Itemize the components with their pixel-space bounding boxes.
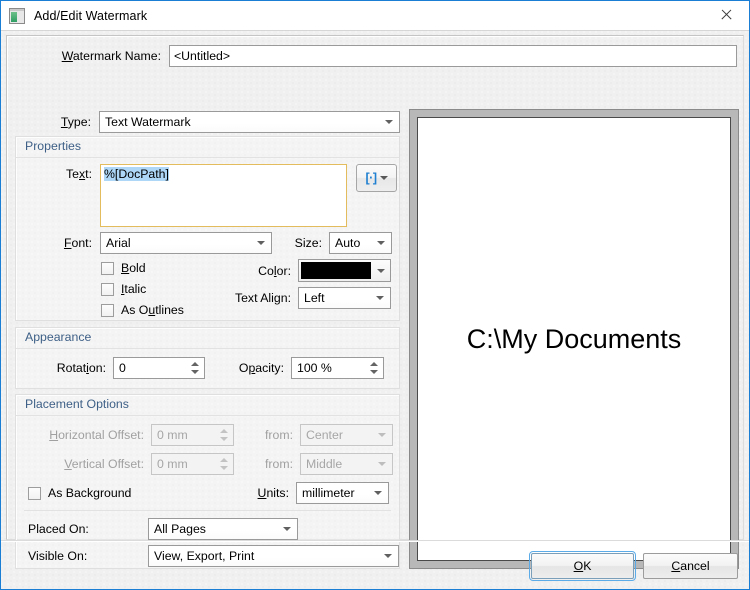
rotation-label: Rotation:: [16, 361, 113, 375]
text-row: Text: %[DocPath] [·]: [16, 164, 397, 227]
italic-label: Italic: [121, 282, 146, 296]
title-bar: Add/Edit Watermark: [1, 1, 749, 30]
font-style-checkbox-group: Bold Italic As Outlines: [101, 261, 184, 317]
chevron-down-icon: [374, 491, 382, 495]
group-divider: [16, 348, 399, 349]
macro-brackets-icon: [·]: [366, 171, 377, 185]
window-title: Add/Edit Watermark: [34, 9, 147, 23]
placed-on-combobox[interactable]: All Pages: [148, 518, 298, 540]
spinner-up-icon[interactable]: [220, 458, 228, 462]
text-align-label: Text Align:: [201, 291, 298, 305]
italic-checkbox-row[interactable]: Italic: [101, 282, 184, 296]
as-background-checkbox-row[interactable]: As Background: [28, 486, 131, 500]
spinner-down-icon[interactable]: [220, 437, 228, 441]
watermark-name-input[interactable]: <Untitled>: [169, 45, 737, 67]
vertical-from-label: from:: [234, 457, 300, 471]
units-label: Units:: [258, 486, 296, 500]
color-picker[interactable]: [298, 259, 391, 282]
bold-label: Bold: [121, 261, 146, 275]
spinner-down-icon[interactable]: [191, 370, 199, 374]
as-outlines-checkbox[interactable]: [101, 304, 114, 317]
chevron-down-icon: [385, 120, 393, 124]
as-outlines-checkbox-row[interactable]: As Outlines: [101, 303, 184, 317]
ok-button-label: OK: [574, 559, 592, 573]
insert-macro-button[interactable]: [·]: [356, 164, 397, 192]
font-label: Font:: [16, 236, 100, 250]
preview-page: C:\My Documents: [417, 117, 731, 561]
spinner-up-icon[interactable]: [370, 362, 378, 366]
horizontal-from-label: from:: [234, 428, 300, 442]
size-label: Size:: [272, 236, 329, 250]
italic-checkbox[interactable]: [101, 283, 114, 296]
watermark-preview-pane: C:\My Documents: [409, 109, 739, 569]
spinner-down-icon[interactable]: [220, 466, 228, 470]
cancel-button[interactable]: Cancel: [643, 553, 738, 579]
font-combobox[interactable]: Arial: [100, 232, 272, 254]
text-label: Text:: [16, 164, 100, 184]
placed-on-label: Placed On:: [16, 522, 148, 536]
horizontal-offset-spinner[interactable]: 0 mm: [151, 424, 234, 446]
rotation-spinner[interactable]: 0: [113, 357, 205, 379]
as-background-label: As Background: [48, 486, 131, 500]
spinner-up-icon[interactable]: [220, 429, 228, 433]
color-swatch: [301, 262, 371, 279]
chevron-down-icon: [378, 433, 386, 437]
cancel-button-label: Cancel: [671, 559, 709, 573]
placed-on-row: Placed On: All Pages: [16, 518, 298, 540]
rotation-opacity-row: Rotation: 0 Opacity: 100 %: [16, 357, 384, 379]
as-outlines-label: As Outlines: [121, 303, 184, 317]
size-combobox[interactable]: Auto: [329, 232, 392, 254]
text-align-combobox[interactable]: Left: [298, 287, 391, 309]
properties-group: Properties Text: %[DocPath] [·] Font: Ar…: [15, 136, 400, 321]
chevron-down-icon: [377, 241, 385, 245]
vertical-offset-spinner[interactable]: 0 mm: [151, 453, 234, 475]
chevron-down-icon: [378, 462, 386, 466]
add-edit-watermark-dialog: Add/Edit Watermark Watermark Name: <Unti…: [0, 0, 750, 590]
close-icon: [720, 9, 732, 21]
text-align-row: Text Align: Left: [201, 287, 391, 309]
chevron-down-icon: [377, 269, 385, 273]
properties-group-title: Properties: [25, 136, 81, 153]
opacity-label: Opacity:: [205, 361, 291, 375]
chevron-down-icon: [257, 241, 265, 245]
horizontal-from-combobox[interactable]: Center: [300, 424, 393, 446]
appearance-group-title: Appearance: [25, 327, 91, 344]
chevron-down-icon: [380, 176, 388, 180]
type-row: Type: Text Watermark: [15, 111, 400, 133]
background-units-row: As Background Units: millimeter: [16, 482, 401, 504]
chevron-down-icon: [376, 296, 384, 300]
horizontal-offset-row: Horizontal Offset: 0 mm from: Center: [16, 424, 393, 446]
vertical-offset-row: Vertical Offset: 0 mm from: Middle: [16, 453, 393, 475]
dialog-body: Watermark Name: <Untitled> Type: Text Wa…: [1, 30, 749, 589]
type-label: Type:: [15, 115, 99, 129]
type-combobox[interactable]: Text Watermark: [99, 111, 400, 133]
watermark-window-icon: [9, 8, 25, 24]
dialog-button-bar: OK Cancel: [1, 540, 749, 589]
font-row: Font: Arial Size: Auto: [16, 232, 392, 254]
units-combobox[interactable]: millimeter: [296, 482, 389, 504]
vertical-from-combobox[interactable]: Middle: [300, 453, 393, 475]
as-background-checkbox[interactable]: [28, 487, 41, 500]
placement-divider: [24, 510, 391, 511]
appearance-group: Appearance Rotation: 0 Opacity: 100 %: [15, 327, 400, 389]
spinner-down-icon[interactable]: [370, 370, 378, 374]
group-divider: [16, 415, 399, 416]
bold-checkbox[interactable]: [101, 262, 114, 275]
bold-checkbox-row[interactable]: Bold: [101, 261, 184, 275]
ok-button[interactable]: OK: [531, 553, 634, 579]
color-row: Color:: [231, 259, 391, 282]
chevron-down-icon: [283, 527, 291, 531]
group-divider: [16, 157, 399, 158]
vertical-offset-label: Vertical Offset:: [16, 457, 151, 471]
preview-watermark-text: C:\My Documents: [467, 324, 682, 355]
watermark-name-label: Watermark Name:: [15, 49, 169, 63]
opacity-spinner[interactable]: 100 %: [291, 357, 384, 379]
color-label: Color:: [231, 264, 298, 278]
watermark-name-row: Watermark Name: <Untitled>: [15, 45, 737, 67]
spinner-up-icon[interactable]: [191, 362, 199, 366]
watermark-text-input[interactable]: %[DocPath]: [100, 164, 347, 227]
close-button[interactable]: [703, 1, 749, 29]
placement-group-title: Placement Options: [25, 394, 129, 411]
horizontal-offset-label: Horizontal Offset:: [16, 428, 151, 442]
